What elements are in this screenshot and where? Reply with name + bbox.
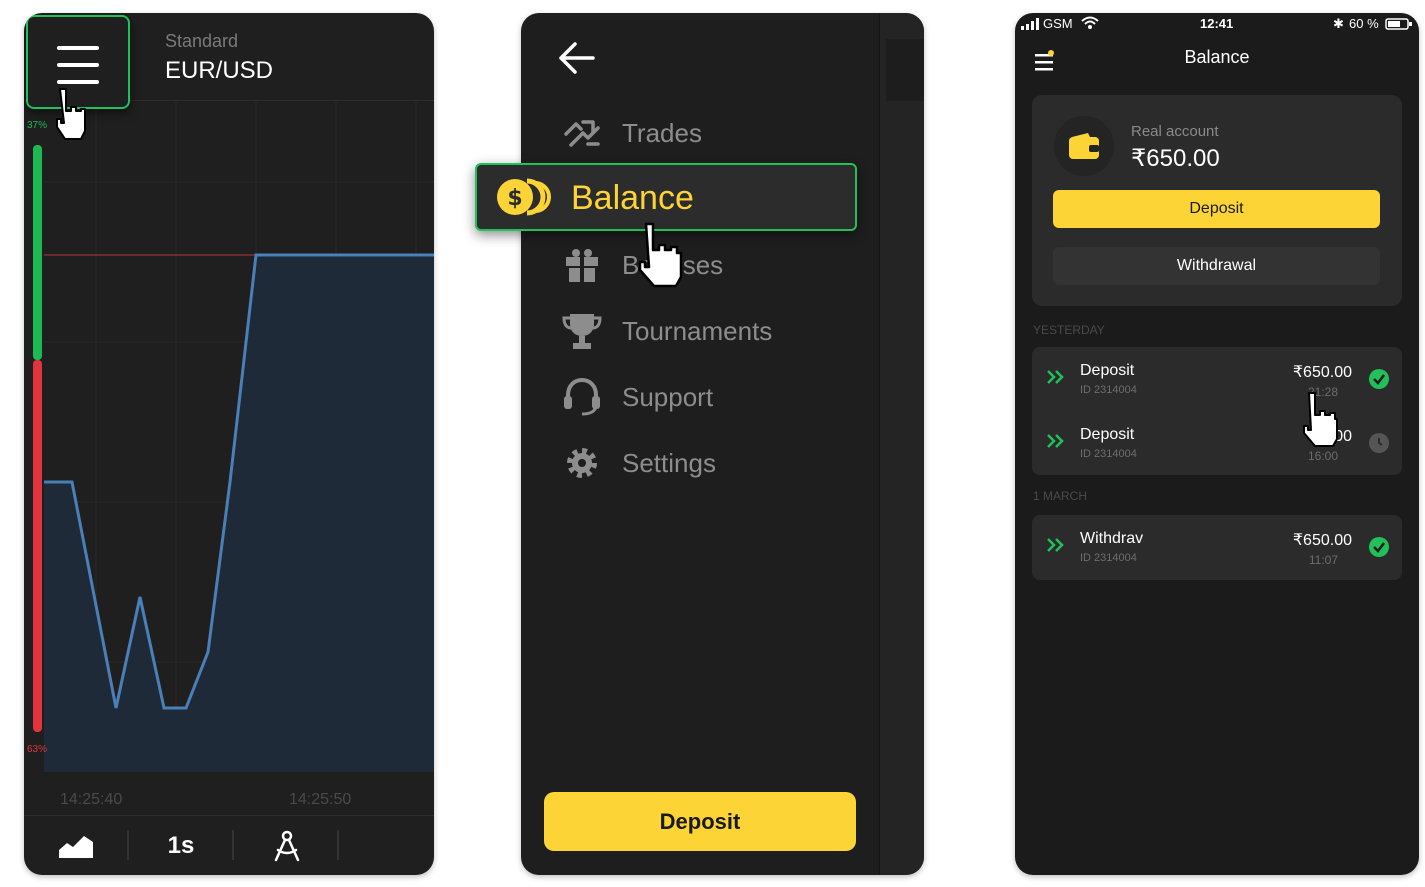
signal-icon bbox=[1021, 18, 1039, 30]
menu-item-label: Settings bbox=[622, 447, 716, 478]
headset-icon bbox=[561, 376, 603, 418]
divider bbox=[337, 830, 339, 860]
account-mode: Standard bbox=[165, 31, 239, 51]
price-area bbox=[44, 255, 434, 772]
clock-icon bbox=[1369, 433, 1389, 453]
page-title: Balance bbox=[1184, 47, 1250, 67]
drawing-tools-icon bbox=[274, 830, 300, 862]
hand-cursor-icon bbox=[1303, 392, 1338, 447]
menu-item-support[interactable]: Support bbox=[561, 375, 713, 419]
transaction-group: Deposit ID 2314004 ₹650.00 21:28 Deposit… bbox=[1032, 347, 1402, 475]
up-percent: 37% bbox=[27, 120, 48, 131]
menu-item-label: Balance bbox=[571, 179, 694, 217]
section-label: YESTERDAY bbox=[1033, 323, 1105, 337]
asset-pair[interactable]: EUR/USD bbox=[165, 57, 273, 85]
section-label: 1 MARCH bbox=[1033, 489, 1088, 503]
hand-cursor-icon bbox=[638, 222, 683, 288]
battery-icon bbox=[1385, 18, 1412, 30]
underlying-screen-edge bbox=[879, 13, 924, 875]
transaction-row[interactable]: Withdrav ID 2314004 ₹650.00 11:07 bbox=[1032, 515, 1402, 579]
transaction-title: Deposit bbox=[1080, 426, 1135, 443]
transaction-id: ID 2314004 bbox=[1080, 552, 1137, 564]
arrow-left-icon bbox=[559, 42, 595, 74]
time-label: 14:25:50 bbox=[289, 791, 352, 808]
transaction-row[interactable]: Deposit ID 2314004 ₹1 00 16:00 bbox=[1032, 411, 1402, 475]
chart-toolbar: 1s bbox=[24, 815, 434, 875]
time-label: 14:25:40 bbox=[60, 791, 123, 808]
carrier-label: GSM bbox=[1043, 16, 1073, 31]
wallet-icon bbox=[1069, 133, 1099, 159]
deposit-button[interactable]: Deposit bbox=[544, 792, 856, 851]
bluetooth-icon: ✱ bbox=[1333, 16, 1344, 31]
account-type: Real account bbox=[1131, 123, 1219, 140]
check-icon bbox=[1369, 537, 1389, 557]
gift-icon bbox=[561, 244, 603, 286]
sentiment-up-bar bbox=[33, 145, 42, 360]
transaction-amount: ₹650.00 bbox=[1292, 364, 1352, 381]
transaction-title: Deposit bbox=[1080, 362, 1135, 379]
divider bbox=[232, 830, 234, 860]
back-button[interactable] bbox=[557, 41, 595, 80]
wallet-badge bbox=[1054, 116, 1114, 176]
menu-item-label: Trades bbox=[622, 117, 702, 148]
clock: 12:41 bbox=[1200, 16, 1234, 31]
timeframe-button[interactable]: 1s bbox=[156, 828, 206, 864]
menu-item-trades[interactable]: Trades bbox=[561, 111, 702, 155]
transaction-row[interactable]: Deposit ID 2314004 ₹650.00 21:28 bbox=[1032, 347, 1402, 411]
menu-screen: Trades Bonuses Tournaments Support Setti… bbox=[521, 13, 924, 875]
menu-item-settings[interactable]: Settings bbox=[561, 441, 716, 485]
gear-icon bbox=[561, 442, 603, 484]
trades-icon bbox=[561, 112, 603, 154]
divider bbox=[127, 830, 129, 860]
svg-text:$: $ bbox=[507, 186, 522, 211]
chart-screen: Standard EUR/USD 37% 63% 14:25:40 14:25:… bbox=[24, 13, 434, 875]
chevrons-right-icon bbox=[1047, 538, 1064, 552]
account-balance: ₹650.00 bbox=[1131, 145, 1220, 172]
transaction-time: 11:07 bbox=[1308, 553, 1338, 567]
chevrons-right-icon bbox=[1047, 434, 1064, 448]
deposit-button[interactable]: Deposit bbox=[1053, 190, 1380, 228]
sentiment-down-bar bbox=[33, 360, 42, 732]
battery-label: 60 % bbox=[1349, 16, 1379, 31]
transaction-title: Withdrav bbox=[1080, 530, 1144, 547]
chevrons-right-icon bbox=[1047, 370, 1064, 384]
account-card: Real account ₹650.00 Deposit Withdrawal bbox=[1032, 95, 1402, 306]
menu-item-label: Tournaments bbox=[622, 315, 773, 346]
drawing-tools-button[interactable] bbox=[270, 828, 304, 864]
hand-cursor-icon bbox=[56, 88, 86, 140]
wifi-icon bbox=[1081, 16, 1099, 29]
check-icon bbox=[1369, 369, 1389, 389]
trophy-icon bbox=[561, 310, 603, 352]
transaction-amount: ₹650.00 bbox=[1292, 532, 1352, 549]
timeframe-label: 1s bbox=[167, 832, 195, 859]
price-chart[interactable] bbox=[24, 102, 434, 772]
transaction-id: ID 2314004 bbox=[1080, 448, 1137, 460]
balance-screen: GSM 12:41 ✱ 60 % Balance Real account ₹6… bbox=[1015, 13, 1419, 875]
menu-item-tournaments[interactable]: Tournaments bbox=[561, 309, 772, 353]
transaction-group: Withdrav ID 2314004 ₹650.00 11:07 bbox=[1032, 515, 1402, 580]
withdrawal-button[interactable]: Withdrawal bbox=[1053, 247, 1380, 285]
chart-type-button[interactable] bbox=[56, 828, 96, 864]
transaction-time: 16:00 bbox=[1307, 449, 1338, 463]
down-percent: 63% bbox=[27, 744, 48, 755]
coins-icon: $ bbox=[495, 177, 551, 222]
status-bar: GSM 12:41 ✱ 60 % bbox=[1015, 13, 1419, 35]
transaction-id: ID 2314004 bbox=[1080, 384, 1137, 396]
menu-item-label: Support bbox=[622, 381, 714, 412]
menu-item-balance[interactable]: $ Balance bbox=[475, 163, 857, 231]
area-chart-icon bbox=[59, 836, 93, 858]
